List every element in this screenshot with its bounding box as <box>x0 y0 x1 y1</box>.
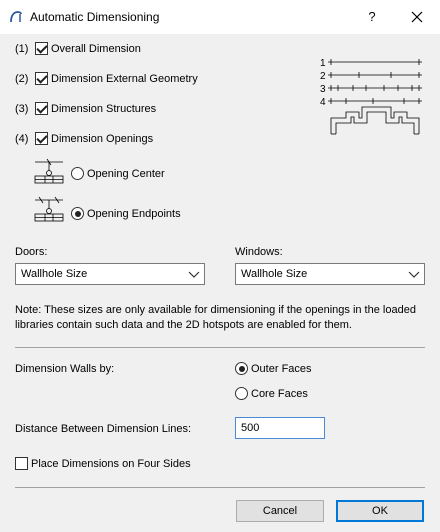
doors-select-value: Wallhole Size <box>21 268 88 280</box>
overall-dimension-checkbox[interactable] <box>35 42 48 55</box>
distance-label: Distance Between Dimension Lines: <box>15 423 192 435</box>
opening-center-label[interactable]: Opening Center <box>87 168 165 180</box>
divider <box>15 347 425 348</box>
diagram-line-number: 1 <box>320 58 326 69</box>
distance-input-value: 500 <box>241 422 260 434</box>
four-sides-checkbox[interactable] <box>15 457 28 470</box>
doors-label: Doors: <box>15 246 48 258</box>
distance-input[interactable]: 500 <box>235 417 325 439</box>
opening-center-icon <box>34 158 64 184</box>
help-button[interactable]: ? <box>358 3 386 31</box>
dimension-openings-checkbox[interactable] <box>35 132 48 145</box>
note-text: Note: These sizes are only available for… <box>15 304 416 331</box>
ok-button[interactable]: OK <box>336 500 424 522</box>
divider <box>15 487 425 488</box>
diagram-line-number: 4 <box>320 97 326 108</box>
doors-select[interactable]: Wallhole Size <box>15 263 205 285</box>
check-number-4: (4) <box>15 133 29 145</box>
outer-faces-radio[interactable] <box>235 362 248 375</box>
opening-center-radio[interactable] <box>71 167 84 180</box>
four-sides-label[interactable]: Place Dimensions on Four Sides <box>31 458 191 470</box>
external-geometry-label[interactable]: Dimension External Geometry <box>51 73 198 85</box>
external-geometry-checkbox[interactable] <box>35 72 48 85</box>
core-faces-label[interactable]: Core Faces <box>251 388 308 400</box>
opening-endpoints-radio[interactable] <box>71 207 84 220</box>
title-bar: Automatic Dimensioning ? <box>0 0 440 34</box>
diagram-line-number: 3 <box>320 84 326 95</box>
opening-endpoints-label[interactable]: Opening Endpoints <box>87 208 181 220</box>
dimension-lines-diagram: 1 2 3 4 <box>320 58 422 135</box>
close-button[interactable] <box>400 3 434 31</box>
opening-endpoints-icon <box>34 196 64 222</box>
close-icon <box>411 11 423 23</box>
outer-faces-label[interactable]: Outer Faces <box>251 363 312 375</box>
dimension-structures-label[interactable]: Dimension Structures <box>51 103 156 115</box>
check-number-3: (3) <box>15 103 29 115</box>
core-faces-radio[interactable] <box>235 387 248 400</box>
dimension-openings-label[interactable]: Dimension Openings <box>51 133 153 145</box>
app-icon <box>10 11 22 23</box>
check-number-1: (1) <box>15 43 29 55</box>
dimension-walls-label: Dimension Walls by: <box>15 363 115 375</box>
windows-select[interactable]: Wallhole Size <box>235 263 425 285</box>
overall-dimension-label[interactable]: Overall Dimension <box>51 43 141 55</box>
windows-label: Windows: <box>235 246 283 258</box>
chevron-down-icon <box>188 271 200 278</box>
check-number-2: (2) <box>15 73 29 85</box>
dimension-structures-checkbox[interactable] <box>35 102 48 115</box>
chevron-down-icon <box>408 271 420 278</box>
window-title: Automatic Dimensioning <box>30 10 160 24</box>
diagram-line-number: 2 <box>320 71 326 82</box>
cancel-button[interactable]: Cancel <box>236 500 324 522</box>
windows-select-value: Wallhole Size <box>241 268 308 280</box>
